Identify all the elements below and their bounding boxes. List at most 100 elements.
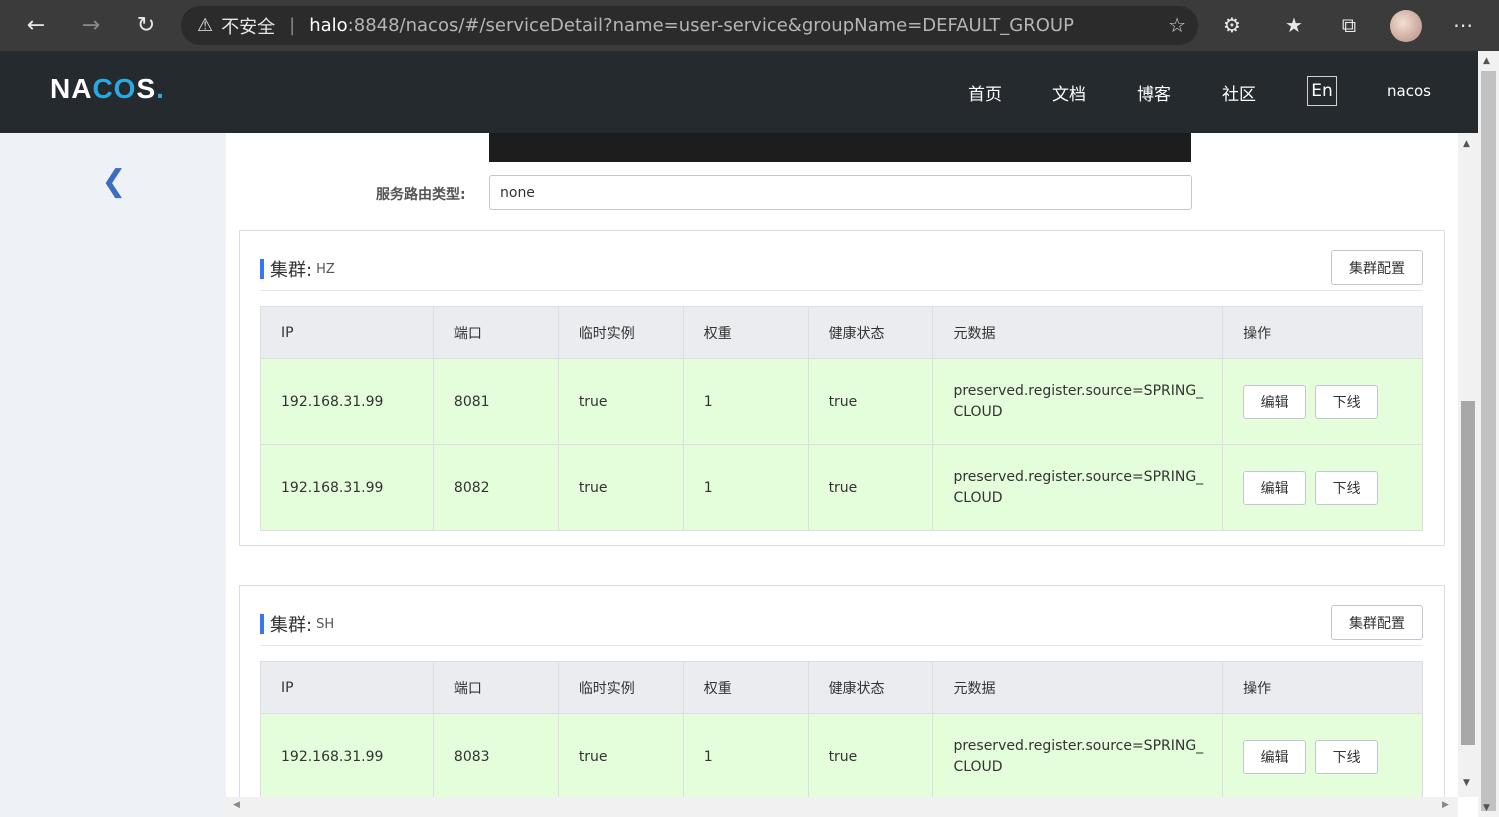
language-toggle-button[interactable]: En bbox=[1307, 76, 1337, 106]
cell-weight: 1 bbox=[682, 444, 809, 531]
cell-ephemeral: true bbox=[557, 713, 684, 797]
cluster-title-label: 集群: bbox=[270, 615, 313, 636]
extensions-icon[interactable]: ⚙ bbox=[1215, 8, 1249, 42]
cell-ephemeral: true bbox=[557, 358, 684, 445]
forward-icon[interactable]: → bbox=[73, 7, 109, 43]
url-path: :8848/nacos/#/serviceDetail?name=user-se… bbox=[347, 15, 1074, 36]
nav-community[interactable]: 社区 bbox=[1222, 80, 1256, 105]
logo-text-part1: NA bbox=[50, 73, 93, 104]
cell-actions: 编辑 下线 bbox=[1222, 444, 1423, 531]
nav-docs[interactable]: 文档 bbox=[1052, 80, 1086, 105]
instance-table: IP 端口 临时实例 权重 健康状态 元数据 操作 192.168.31.99 … bbox=[260, 661, 1423, 797]
page-vertical-scrollbar[interactable]: ▲ ▼ bbox=[1478, 51, 1499, 817]
col-header-port: 端口 bbox=[432, 661, 559, 714]
col-header-actions: 操作 bbox=[1222, 306, 1423, 359]
cell-healthy: true bbox=[807, 713, 934, 797]
card-divider bbox=[260, 290, 1423, 291]
cell-port: 8081 bbox=[432, 358, 559, 445]
cluster-title: 集群: HZ bbox=[260, 256, 335, 282]
add-favorite-icon[interactable]: ☆ bbox=[1168, 13, 1186, 37]
cell-weight: 1 bbox=[682, 713, 809, 797]
security-label: 不安全 bbox=[221, 16, 276, 38]
profile-avatar[interactable] bbox=[1390, 10, 1422, 42]
scrollbar-thumb[interactable] bbox=[1461, 401, 1475, 745]
nav-blog[interactable]: 博客 bbox=[1137, 80, 1171, 105]
cluster-title-label: 集群: bbox=[270, 260, 313, 281]
cell-metadata: preserved.register.source=SPRING_CLOUD bbox=[932, 358, 1224, 445]
cluster-title: 集群: SH bbox=[260, 611, 334, 637]
table-row: 192.168.31.99 8082 true 1 true preserved… bbox=[260, 444, 1423, 531]
col-header-weight: 权重 bbox=[682, 306, 809, 359]
content-vertical-scrollbar[interactable]: ▲ ▼ bbox=[1458, 133, 1478, 797]
cluster-card-hz: 集群: HZ 集群配置 IP 端口 临时实例 权重 健康状态 元数据 操作 19 bbox=[239, 230, 1445, 546]
cell-port: 8083 bbox=[432, 713, 559, 797]
cell-healthy: true bbox=[807, 444, 934, 531]
cluster-name: HZ bbox=[316, 261, 335, 277]
nav-home[interactable]: 首页 bbox=[968, 80, 1002, 105]
scroll-down-icon[interactable]: ▼ bbox=[1483, 803, 1490, 813]
cell-ip: 192.168.31.99 bbox=[260, 713, 434, 797]
scroll-up-icon[interactable]: ▲ bbox=[1483, 56, 1490, 66]
col-header-healthy: 健康状态 bbox=[807, 661, 934, 714]
more-icon[interactable]: ⋯ bbox=[1446, 8, 1480, 42]
scrollbar-thumb[interactable] bbox=[1481, 71, 1496, 811]
cluster-config-button[interactable]: 集群配置 bbox=[1331, 250, 1423, 285]
cell-weight: 1 bbox=[682, 358, 809, 445]
edit-button[interactable]: 编辑 bbox=[1243, 470, 1307, 505]
cell-metadata: preserved.register.source=SPRING_CLOUD bbox=[932, 444, 1224, 531]
route-type-field[interactable]: none bbox=[489, 175, 1192, 210]
user-menu[interactable]: nacos bbox=[1387, 82, 1431, 100]
table-row: 192.168.31.99 8083 true 1 true preserved… bbox=[260, 713, 1423, 797]
content-horizontal-scrollbar[interactable]: ◀ ▶ bbox=[226, 797, 1458, 817]
cell-ip: 192.168.31.99 bbox=[260, 358, 434, 445]
col-header-healthy: 健康状态 bbox=[807, 306, 934, 359]
cell-port: 8082 bbox=[432, 444, 559, 531]
table-row: 192.168.31.99 8081 true 1 true preserved… bbox=[260, 358, 1423, 445]
address-bar[interactable]: ⚠ 不安全 | halo :8848/nacos/#/serviceDetail… bbox=[181, 6, 1198, 45]
collections-icon[interactable]: ⧉ bbox=[1332, 8, 1366, 42]
edit-button[interactable]: 编辑 bbox=[1243, 739, 1307, 774]
cell-ephemeral: true bbox=[557, 444, 684, 531]
refresh-icon[interactable]: ↻ bbox=[128, 7, 164, 43]
col-header-metadata: 元数据 bbox=[932, 661, 1224, 714]
scroll-up-icon[interactable]: ▲ bbox=[1463, 139, 1470, 149]
col-header-port: 端口 bbox=[432, 306, 559, 359]
offline-button[interactable]: 下线 bbox=[1315, 470, 1379, 505]
col-header-ip: IP bbox=[260, 661, 434, 714]
metadata-editor-block bbox=[489, 133, 1191, 162]
cluster-config-button[interactable]: 集群配置 bbox=[1331, 605, 1423, 640]
col-header-ephemeral: 临时实例 bbox=[557, 306, 684, 359]
back-icon[interactable]: ← bbox=[18, 7, 54, 43]
offline-button[interactable]: 下线 bbox=[1315, 739, 1379, 774]
collapse-sidebar-icon[interactable]: ❮ bbox=[100, 163, 128, 199]
edit-button[interactable]: 编辑 bbox=[1243, 384, 1307, 419]
service-detail-content: 服务路由类型: none 集群: HZ 集群配置 IP 端口 临时实例 权重 健… bbox=[226, 133, 1458, 797]
col-header-ephemeral: 临时实例 bbox=[557, 661, 684, 714]
col-header-ip: IP bbox=[260, 306, 434, 359]
col-header-weight: 权重 bbox=[682, 661, 809, 714]
scroll-down-icon[interactable]: ▼ bbox=[1463, 778, 1470, 788]
logo-text-part3: S bbox=[136, 73, 157, 104]
cell-metadata: preserved.register.source=SPRING_CLOUD bbox=[932, 713, 1224, 797]
col-header-actions: 操作 bbox=[1222, 661, 1423, 714]
scroll-right-icon[interactable]: ▶ bbox=[1442, 800, 1449, 810]
browser-toolbar: ← → ↻ ⚠ 不安全 | halo :8848/nacos/#/service… bbox=[0, 0, 1499, 51]
cluster-title-accent-bar bbox=[260, 259, 264, 279]
cluster-card-sh: 集群: SH 集群配置 IP 端口 临时实例 权重 健康状态 元数据 操作 19 bbox=[239, 585, 1445, 797]
cell-actions: 编辑 下线 bbox=[1222, 358, 1423, 445]
logo-dot: . bbox=[156, 73, 165, 104]
url-host: halo bbox=[309, 15, 348, 36]
cell-actions: 编辑 下线 bbox=[1222, 713, 1423, 797]
cell-healthy: true bbox=[807, 358, 934, 445]
card-divider bbox=[260, 645, 1423, 646]
offline-button[interactable]: 下线 bbox=[1315, 384, 1379, 419]
scroll-left-icon[interactable]: ◀ bbox=[233, 800, 240, 810]
nacos-logo[interactable]: NACOS. bbox=[50, 73, 165, 105]
table-header-row: IP 端口 临时实例 权重 健康状态 元数据 操作 bbox=[260, 661, 1423, 714]
table-header-row: IP 端口 临时实例 权重 健康状态 元数据 操作 bbox=[260, 306, 1423, 359]
favorites-icon[interactable]: ★ bbox=[1277, 8, 1311, 42]
warning-icon: ⚠ bbox=[197, 15, 214, 36]
address-separator: | bbox=[289, 15, 296, 36]
sidebar: ❮ bbox=[0, 133, 226, 817]
col-header-metadata: 元数据 bbox=[932, 306, 1224, 359]
